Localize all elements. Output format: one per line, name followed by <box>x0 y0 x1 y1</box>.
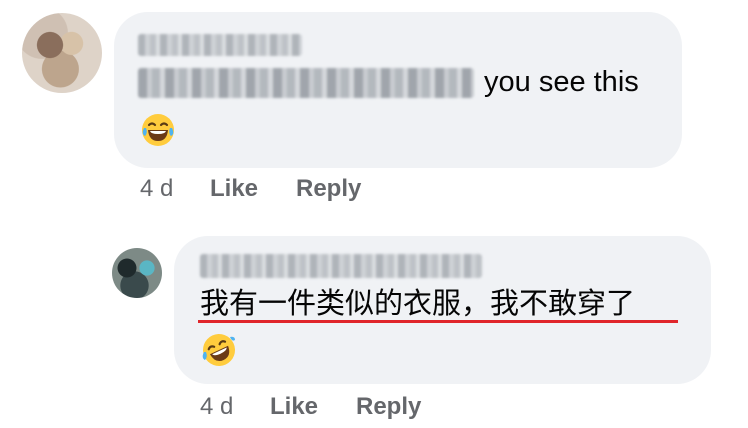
comment-timestamp[interactable]: 4 d <box>140 174 173 204</box>
reply-button[interactable]: Reply <box>296 174 361 204</box>
like-button[interactable]: Like <box>210 174 258 204</box>
rofl-emoji-icon <box>202 334 235 366</box>
commenter-name-blurred[interactable] <box>138 34 302 56</box>
reply-button[interactable]: Reply <box>356 392 421 422</box>
like-button[interactable]: Like <box>270 392 318 422</box>
reply-timestamp[interactable]: 4 d <box>200 392 233 422</box>
replier-name-blurred[interactable] <box>200 254 482 278</box>
laughing-tears-emoji-icon <box>142 114 174 146</box>
reply-text: 我有一件类似的衣服，我不敢穿了 <box>200 286 636 320</box>
replier-avatar[interactable] <box>112 248 162 298</box>
commenter-avatar[interactable] <box>22 13 102 93</box>
comment-text: you see this <box>484 66 639 98</box>
mention-tag-blurred[interactable] <box>138 68 474 98</box>
red-annotation-underline <box>198 320 678 323</box>
